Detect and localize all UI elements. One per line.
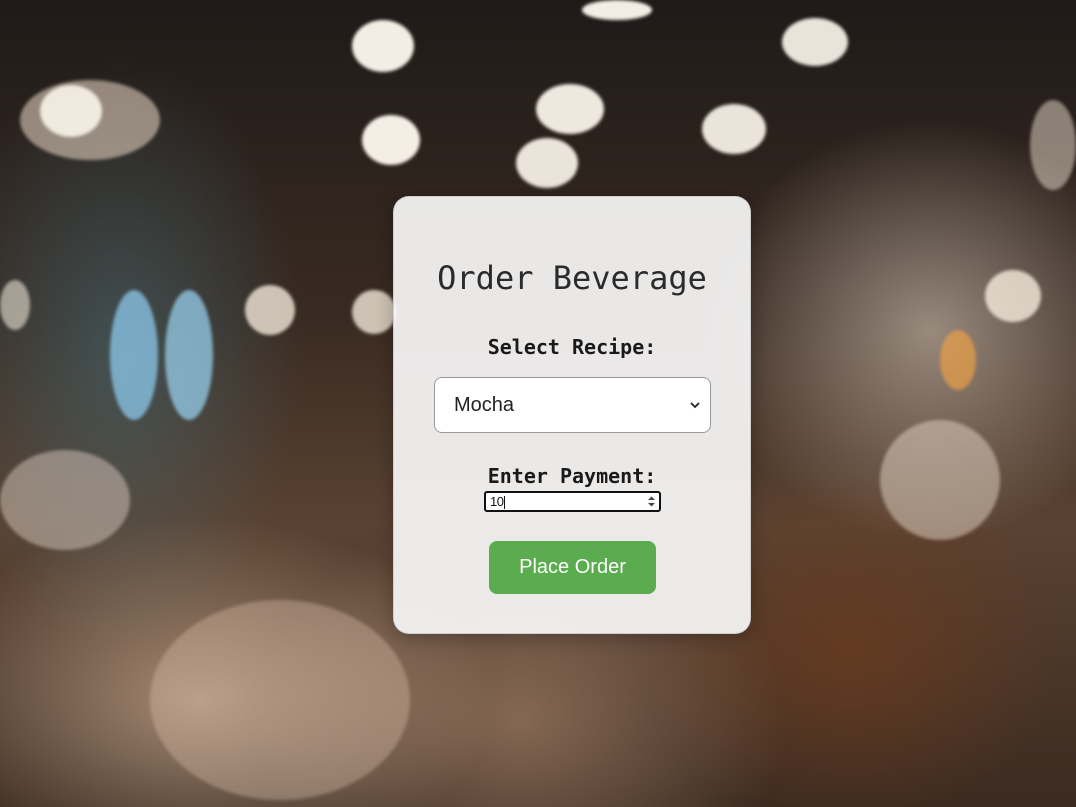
bokeh-light — [0, 280, 30, 330]
bokeh-light — [985, 270, 1041, 322]
bokeh-light — [150, 600, 410, 800]
bokeh-light — [352, 20, 414, 72]
bokeh-light — [362, 115, 420, 165]
bokeh-light — [245, 285, 295, 335]
chevron-down-icon — [688, 398, 702, 412]
bokeh-light — [352, 290, 396, 334]
bokeh-light — [1030, 100, 1076, 190]
recipe-select[interactable]: Mocha — [434, 377, 711, 433]
bokeh-light — [0, 450, 130, 550]
bokeh-light — [582, 0, 652, 20]
bokeh-light — [40, 85, 102, 137]
bokeh-light — [516, 138, 578, 188]
text-caret — [504, 496, 506, 510]
order-form-card: Order Beverage Select Recipe: Mocha Ente… — [393, 196, 751, 634]
payment-input-value: 10 — [490, 493, 504, 509]
bokeh-light — [110, 290, 158, 420]
spinner-arrows-icon[interactable] — [646, 494, 656, 509]
bokeh-light — [165, 290, 213, 420]
bokeh-light — [880, 420, 1000, 540]
recipe-select-value: Mocha — [454, 393, 515, 416]
bokeh-light — [940, 330, 976, 390]
bokeh-light — [782, 18, 848, 66]
bokeh-light — [702, 104, 766, 154]
bokeh-light — [536, 84, 604, 134]
place-order-button[interactable]: Place Order — [489, 541, 656, 594]
payment-label: Enter Payment: — [487, 464, 657, 488]
payment-input[interactable]: 10 — [484, 491, 661, 512]
page-title: Order Beverage — [437, 259, 707, 297]
recipe-label: Select Recipe: — [487, 335, 657, 359]
